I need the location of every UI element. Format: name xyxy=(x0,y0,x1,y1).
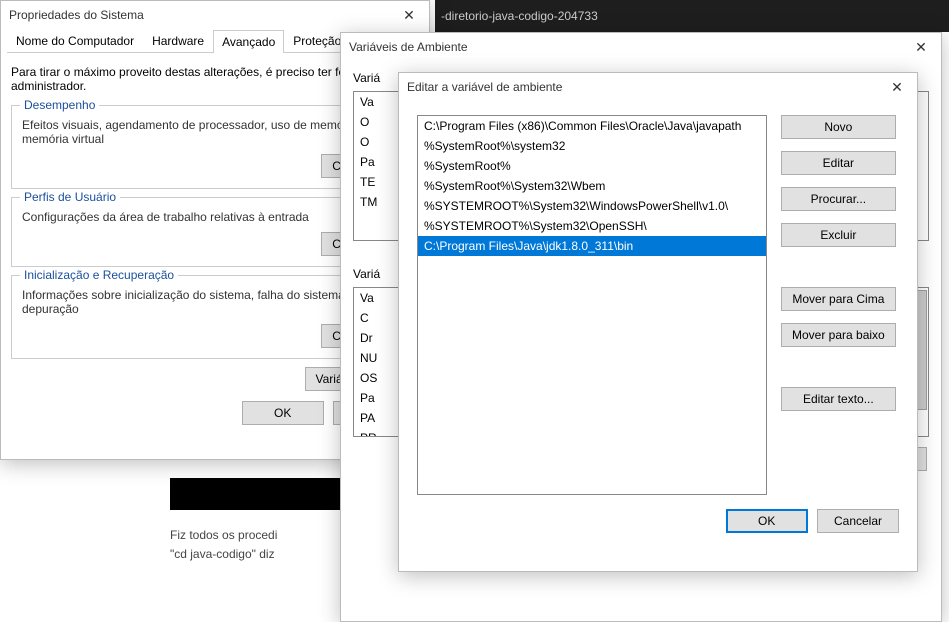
user-profiles-legend: Perfis de Usuário xyxy=(20,190,120,204)
path-list[interactable]: C:\Program Files (x86)\Common Files\Orac… xyxy=(417,115,767,495)
path-item[interactable]: %SystemRoot%\System32\Wbem xyxy=(418,176,766,196)
window-title: Variáveis de Ambiente ✕ xyxy=(341,33,941,61)
tab-hardware[interactable]: Hardware xyxy=(143,29,213,52)
move-up-button[interactable]: Mover para Cima xyxy=(781,287,896,311)
path-item[interactable]: %SYSTEMROOT%\System32\OpenSSH\ xyxy=(418,216,766,236)
path-item[interactable]: %SystemRoot% xyxy=(418,156,766,176)
path-item[interactable]: C:\Program Files\Java\jdk1.8.0_311\bin xyxy=(418,236,766,256)
path-item[interactable]: %SystemRoot%\system32 xyxy=(418,136,766,156)
cancel-button[interactable]: Cancelar xyxy=(817,509,899,533)
close-icon[interactable]: ✕ xyxy=(389,1,429,29)
video-thumbnail xyxy=(170,478,345,510)
startup-recovery-legend: Inicialização e Recuperação xyxy=(20,268,178,282)
edit-button[interactable]: Editar xyxy=(781,151,896,175)
tab-advanced[interactable]: Avançado xyxy=(213,30,284,53)
close-icon[interactable]: ✕ xyxy=(877,73,917,101)
window-title: Propriedades do Sistema ✕ xyxy=(1,1,429,29)
ok-button[interactable]: OK xyxy=(242,401,324,425)
ok-button[interactable]: OK xyxy=(726,509,808,533)
background-article: Fiz todos os procedi "cd java-codigo" di… xyxy=(170,478,345,564)
edit-var-window: Editar a variável de ambiente ✕ C:\Progr… xyxy=(398,72,918,572)
tab-computer-name[interactable]: Nome do Computador xyxy=(7,29,143,52)
new-button[interactable]: Novo xyxy=(781,115,896,139)
browse-button[interactable]: Procurar... xyxy=(781,187,896,211)
path-item[interactable]: %SYSTEMROOT%\System32\WindowsPowerShell\… xyxy=(418,196,766,216)
close-icon[interactable]: ✕ xyxy=(901,33,941,61)
article-text-1: Fiz todos os procedi xyxy=(170,526,345,545)
performance-legend: Desempenho xyxy=(20,98,99,112)
path-item[interactable]: C:\Program Files (x86)\Common Files\Orac… xyxy=(418,116,766,136)
background-window-title: -diretorio-java-codigo-204733 xyxy=(435,0,949,32)
delete-button[interactable]: Excluir xyxy=(781,223,896,247)
move-down-button[interactable]: Mover para baixo xyxy=(781,323,896,347)
article-text-2: "cd java-codigo" diz xyxy=(170,545,345,564)
edit-text-button[interactable]: Editar texto... xyxy=(781,387,896,411)
window-title: Editar a variável de ambiente ✕ xyxy=(399,73,917,101)
